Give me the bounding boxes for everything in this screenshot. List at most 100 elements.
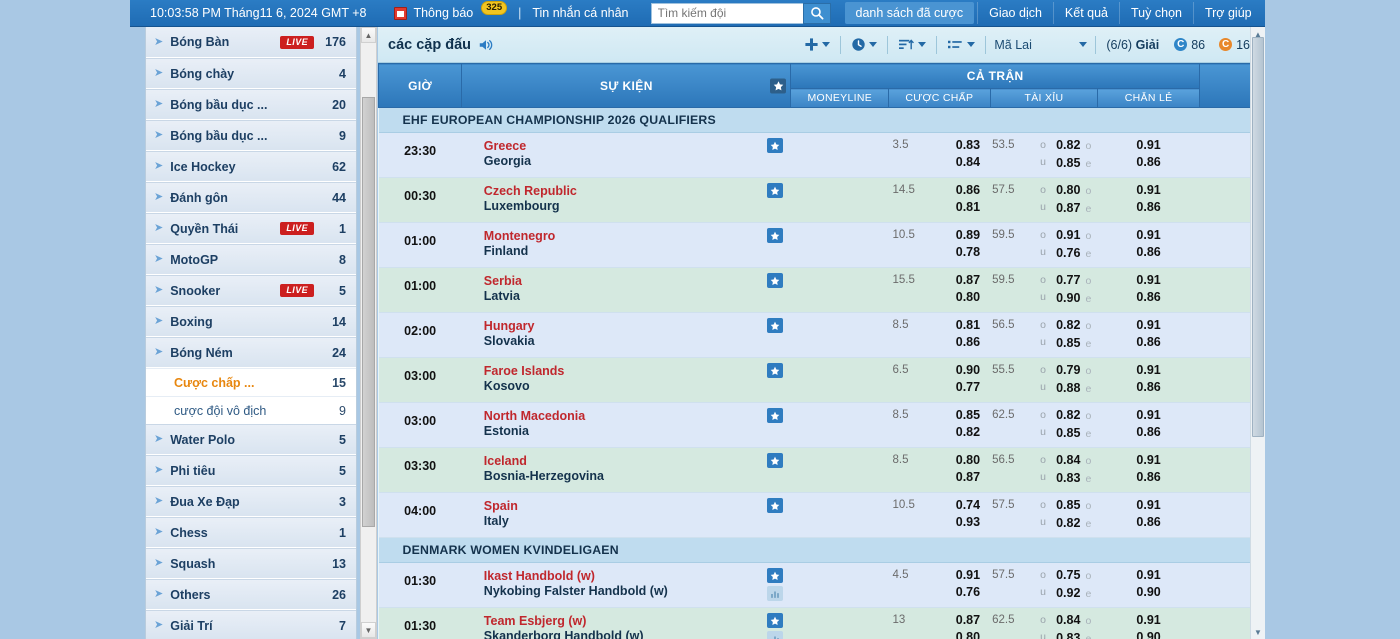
oddeven-odds-odd[interactable]: 0.91 xyxy=(1098,452,1200,469)
total-cell[interactable]: 57.5ou0.75o0.92e xyxy=(990,563,1098,608)
home-team-name[interactable]: Faroe Islands xyxy=(484,364,791,379)
favorites-filter-icon[interactable] xyxy=(770,78,786,93)
team-search[interactable] xyxy=(651,3,831,24)
match-event[interactable]: Team Esbjerg (w)Skanderborg Handbold (w) xyxy=(462,608,791,639)
sidebar-item-15[interactable]: ➤Đua Xe Đạp3 xyxy=(146,486,356,517)
handicap-cell[interactable]: 4.50.910.76 xyxy=(889,563,991,608)
handicap-odds-home[interactable]: 0.74 xyxy=(933,497,981,514)
sidebar-item-7[interactable]: ➤MotoGP8 xyxy=(146,244,356,275)
sidebar-scroll-thumb[interactable] xyxy=(362,97,375,527)
sidebar-item-6[interactable]: ➤Quyền TháiLIVE1 xyxy=(146,213,356,244)
oddeven-odds-odd[interactable]: 0.91 xyxy=(1098,407,1200,424)
home-team-name[interactable]: Czech Republic xyxy=(484,184,791,199)
table-row[interactable]: 23:30GreeceGeorgia3.50.830.8453.5ou0.82o… xyxy=(379,133,1265,178)
favorite-star-button[interactable] xyxy=(767,273,783,288)
oddeven-odds-even[interactable]: 0.86 xyxy=(1098,469,1200,486)
sidebar-item-3[interactable]: ➤Bóng bầu dục ...9 xyxy=(146,120,356,151)
sidebar-item-19[interactable]: ➤Giải Trí7 xyxy=(146,610,356,639)
oddeven-cell[interactable]: 0.910.90 xyxy=(1098,563,1200,608)
handicap-cell[interactable]: 130.870.80 xyxy=(889,608,991,639)
sidebar-item-17[interactable]: ➤Squash13 xyxy=(146,548,356,579)
handicap-odds-away[interactable]: 0.87 xyxy=(933,469,981,486)
match-event[interactable]: Faroe IslandsKosovo xyxy=(462,358,791,403)
home-team-name[interactable]: Greece xyxy=(484,139,791,154)
oddeven-odds-odd[interactable]: 0.91 xyxy=(1098,497,1200,514)
handicap-odds-away[interactable]: 0.76 xyxy=(933,584,981,601)
handicap-cell[interactable]: 3.50.830.84 xyxy=(889,133,991,178)
handicap-cell[interactable]: 10.50.890.78 xyxy=(889,223,991,268)
away-team-name[interactable]: Estonia xyxy=(484,424,791,439)
handicap-odds-away[interactable]: 0.84 xyxy=(933,154,981,171)
moneyline-cell[interactable] xyxy=(791,563,889,608)
away-team-name[interactable]: Finland xyxy=(484,244,791,259)
sidebar-item-12[interactable]: cược đội vô địch9 xyxy=(146,396,356,424)
oddeven-cell[interactable]: 0.910.86 xyxy=(1098,223,1200,268)
handicap-cell[interactable]: 8.50.800.87 xyxy=(889,448,991,493)
oddeven-odds-odd[interactable]: 0.91 xyxy=(1098,612,1200,629)
home-team-name[interactable]: North Macedonia xyxy=(484,409,791,424)
favorite-star-button[interactable] xyxy=(767,453,783,468)
total-odds-under[interactable]: 0.82 xyxy=(1056,516,1080,530)
favorite-star-button[interactable] xyxy=(767,408,783,423)
table-row[interactable]: 01:30Team Esbjerg (w)Skanderborg Handbol… xyxy=(379,608,1265,639)
match-event[interactable]: IcelandBosnia-Herzegovina xyxy=(462,448,791,493)
handicap-cell[interactable]: 15.50.870.80 xyxy=(889,268,991,313)
handicap-odds-home[interactable]: 0.90 xyxy=(933,362,981,379)
oddeven-odds-odd[interactable]: 0.91 xyxy=(1098,567,1200,584)
total-odds-under[interactable]: 0.87 xyxy=(1056,201,1080,215)
total-odds-under[interactable]: 0.85 xyxy=(1056,156,1080,170)
total-odds-over[interactable]: 0.85 xyxy=(1056,498,1080,512)
total-odds-over[interactable]: 0.84 xyxy=(1056,613,1080,627)
oddeven-cell[interactable]: 0.910.86 xyxy=(1098,268,1200,313)
league-header-row[interactable]: EHF EUROPEAN CHAMPIONSHIP 2026 QUALIFIER… xyxy=(379,108,1265,133)
oddeven-odds-even[interactable]: 0.86 xyxy=(1098,424,1200,441)
handicap-odds-away[interactable]: 0.77 xyxy=(933,379,981,396)
handicap-odds-away[interactable]: 0.80 xyxy=(933,289,981,306)
match-event[interactable]: SerbiaLatvia xyxy=(462,268,791,313)
handicap-odds-home[interactable]: 0.91 xyxy=(933,567,981,584)
total-odds-under[interactable]: 0.92 xyxy=(1056,586,1080,600)
match-event[interactable]: GreeceGeorgia xyxy=(462,133,791,178)
scroll-down-arrow[interactable]: ▼ xyxy=(361,622,376,638)
sidebar-item-0[interactable]: ➤Bóng BànLIVE176 xyxy=(146,27,356,58)
sidebar-item-11[interactable]: Cược chấp ...15 xyxy=(146,368,356,396)
sidebar-item-13[interactable]: ➤Water Polo5 xyxy=(146,424,356,455)
moneyline-cell[interactable] xyxy=(791,608,889,639)
total-odds-over[interactable]: 0.77 xyxy=(1056,273,1080,287)
col-header-event[interactable]: SỰ KIỆN xyxy=(462,64,791,108)
handicap-odds-away[interactable]: 0.86 xyxy=(933,334,981,351)
speaker-icon[interactable] xyxy=(478,38,494,52)
match-event[interactable]: MontenegroFinland xyxy=(462,223,791,268)
col-header-moneyline[interactable]: MONEYLINE xyxy=(791,89,889,108)
sidebar-item-9[interactable]: ➤Boxing14 xyxy=(146,306,356,337)
handicap-odds-home[interactable]: 0.86 xyxy=(933,182,981,199)
oddeven-cell[interactable]: 0.910.86 xyxy=(1098,178,1200,223)
away-team-name[interactable]: Luxembourg xyxy=(484,199,791,214)
col-header-oddeven[interactable]: CHẴN LẺ xyxy=(1098,89,1200,108)
nav-bet-list[interactable]: danh sách đã cược xyxy=(845,2,975,24)
handicap-odds-away[interactable]: 0.81 xyxy=(933,199,981,216)
favorite-star-button[interactable] xyxy=(767,138,783,153)
total-cell[interactable]: 59.5ou0.77o0.90e xyxy=(990,268,1098,313)
handicap-cell[interactable]: 10.50.740.93 xyxy=(889,493,991,538)
oddeven-odds-even[interactable]: 0.86 xyxy=(1098,334,1200,351)
total-odds-under[interactable]: 0.85 xyxy=(1056,336,1080,350)
oddeven-cell[interactable]: 0.910.86 xyxy=(1098,493,1200,538)
handicap-odds-home[interactable]: 0.89 xyxy=(933,227,981,244)
oddeven-odds-even[interactable]: 0.86 xyxy=(1098,244,1200,261)
oddeven-odds-even[interactable]: 0.86 xyxy=(1098,514,1200,531)
total-odds-under[interactable]: 0.76 xyxy=(1056,246,1080,260)
home-team-name[interactable]: Montenegro xyxy=(484,229,791,244)
search-input[interactable] xyxy=(651,3,803,24)
sidebar-item-2[interactable]: ➤Bóng bầu dục ...20 xyxy=(146,89,356,120)
main-scrollbar[interactable]: ▲ ▼ xyxy=(1250,27,1265,639)
match-event[interactable]: SpainItaly xyxy=(462,493,791,538)
odds-format-select[interactable]: Mã Lai xyxy=(988,38,1093,52)
home-team-name[interactable]: Hungary xyxy=(484,319,791,334)
handicap-odds-home[interactable]: 0.85 xyxy=(933,407,981,424)
moneyline-cell[interactable] xyxy=(791,178,889,223)
sidebar-item-1[interactable]: ➤Bóng chày4 xyxy=(146,58,356,89)
total-cell[interactable]: 62.5ou0.84o0.83e xyxy=(990,608,1098,639)
table-row[interactable]: 04:00SpainItaly10.50.740.9357.5ou0.85o0.… xyxy=(379,493,1265,538)
nav-options[interactable]: Tuỳ chọn xyxy=(1119,2,1193,24)
